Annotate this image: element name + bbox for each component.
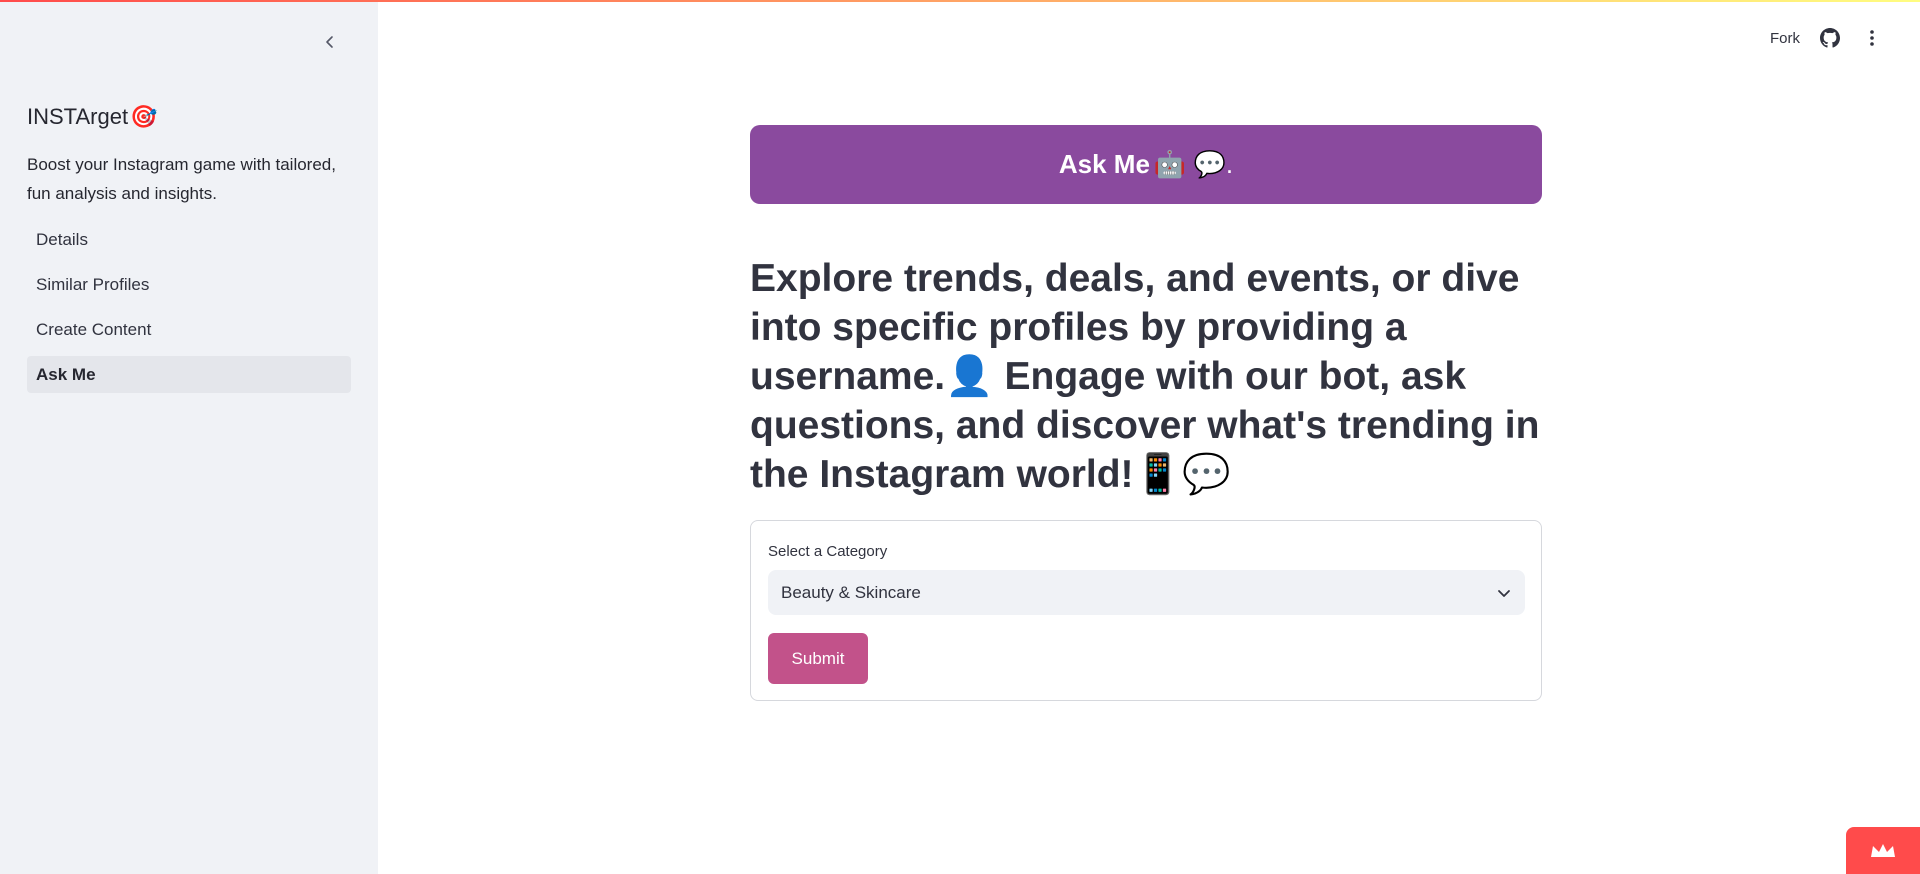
sidebar-item-ask-me[interactable]: Ask Me — [27, 356, 351, 393]
app-title-text: INSTArget — [27, 104, 129, 129]
chevron-left-icon — [326, 36, 333, 48]
sidebar: INSTArget 🎯 Boost your Instagram game wi… — [0, 0, 378, 874]
app-description: Boost your Instagram game with tailored,… — [27, 155, 336, 203]
top-accent-bar — [0, 0, 1920, 2]
ask-me-banner: Ask Me 🤖 💬. — [750, 125, 1542, 204]
collapse-sidebar-button[interactable] — [316, 28, 344, 56]
hero-text: Explore trends, deals, and events, or di… — [750, 257, 1540, 496]
target-icon: 🎯 — [130, 104, 158, 129]
header-toolbar: Fork — [1770, 26, 1884, 50]
crown-icon — [1871, 843, 1895, 857]
chevron-down-icon — [1498, 589, 1510, 597]
github-button[interactable] — [1818, 26, 1842, 50]
streamlit-badge[interactable] — [1846, 827, 1920, 874]
sidebar-item-label: Details — [36, 229, 88, 249]
robot-chat-icon: 🤖 💬. — [1153, 149, 1234, 179]
category-select-value: Beauty & Skincare — [781, 582, 921, 602]
sidebar-item-label: Ask Me — [36, 364, 96, 384]
sidebar-item-label: Similar Profiles — [36, 274, 150, 294]
main-menu-button[interactable] — [1860, 26, 1884, 50]
github-icon — [1820, 28, 1840, 48]
sidebar-item-create-content[interactable]: Create Content — [27, 311, 351, 348]
category-form: Select a Category Beauty & Skincare Subm… — [750, 520, 1542, 701]
fork-button[interactable]: Fork — [1770, 30, 1800, 47]
category-label: Select a Category — [768, 543, 888, 560]
app-title: INSTArget 🎯 — [27, 104, 157, 130]
category-select[interactable]: Beauty & Skincare — [768, 570, 1525, 615]
banner-title: Ask Me — [1058, 149, 1150, 179]
sidebar-item-details[interactable]: Details — [27, 221, 351, 258]
sidebar-item-similar-profiles[interactable]: Similar Profiles — [27, 266, 351, 303]
sidebar-nav: Details Similar Profiles Create Content … — [27, 221, 351, 401]
submit-button[interactable]: Submit — [768, 633, 868, 684]
sidebar-item-label: Create Content — [36, 319, 152, 339]
more-vertical-icon — [1870, 30, 1874, 46]
